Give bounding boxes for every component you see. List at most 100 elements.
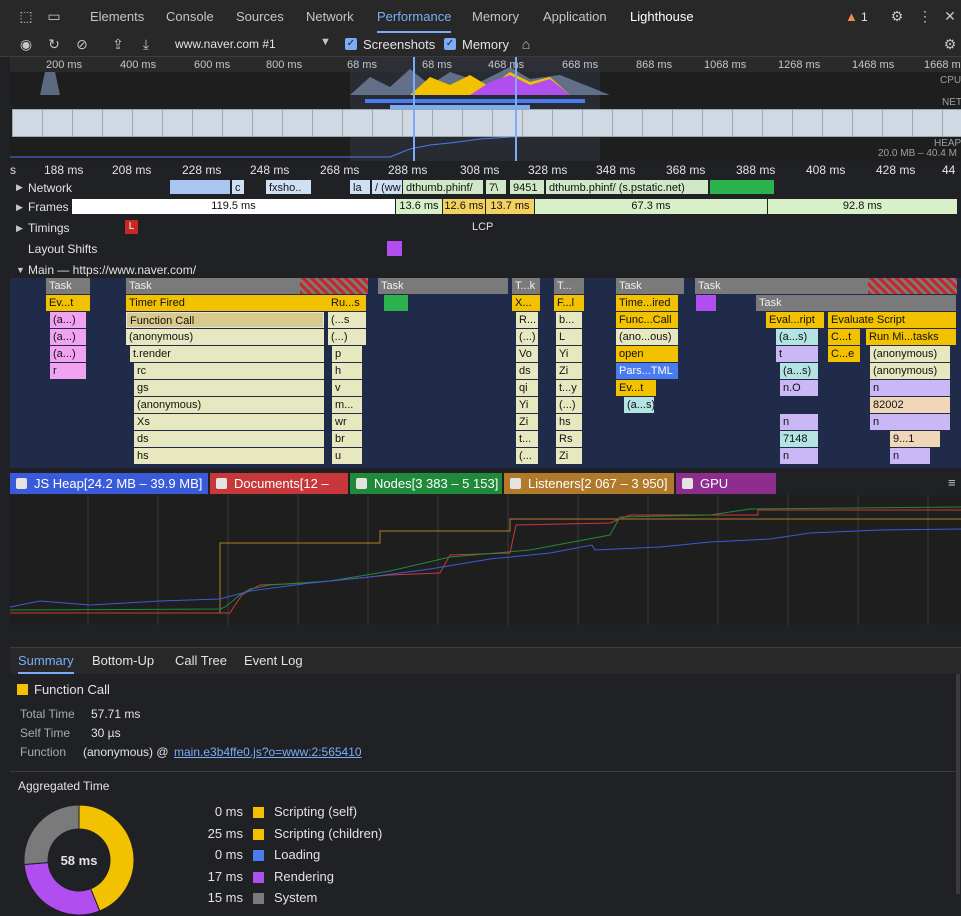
flame-event[interactable]: open xyxy=(616,346,678,362)
frame-block[interactable]: 13.7 ms xyxy=(486,199,534,214)
tab-performance[interactable]: Performance xyxy=(377,0,452,33)
flame-task[interactable]: T... xyxy=(554,278,584,294)
tab-bottom-up[interactable]: Bottom-Up xyxy=(92,648,154,674)
flame-event[interactable]: n xyxy=(780,414,818,430)
flame-event[interactable]: Rs xyxy=(556,431,582,447)
flame-event[interactable]: (anonymous) xyxy=(126,329,324,345)
network-track-title[interactable]: Network xyxy=(28,181,72,195)
network-request[interactable]: 7\ xyxy=(486,180,506,194)
flame-event[interactable]: (ano...ous) xyxy=(616,329,678,345)
flame-event[interactable]: rc xyxy=(134,363,324,379)
flame-event[interactable]: (...) xyxy=(556,397,582,413)
screenshot-thumbnail[interactable] xyxy=(462,109,494,137)
flame-event[interactable]: u xyxy=(332,448,362,464)
flame-event[interactable]: (...) xyxy=(516,329,538,345)
tab-network[interactable]: Network xyxy=(306,0,354,33)
flame-event[interactable]: F...l xyxy=(554,295,584,311)
flame-event[interactable]: gs xyxy=(134,380,324,396)
frame-block[interactable]: 12.6 ms xyxy=(443,199,485,214)
flame-event[interactable]: Evaluate Script xyxy=(828,312,956,328)
flame-event[interactable]: 9...1 xyxy=(890,431,940,447)
screenshot-thumbnail[interactable] xyxy=(582,109,614,137)
garbage-collect-icon[interactable]: ⌂ xyxy=(518,36,534,52)
capture-settings-icon[interactable]: ⚙ xyxy=(942,36,958,52)
flame-event[interactable]: (anonymous) xyxy=(870,363,950,379)
network-request[interactable]: fxsho.. xyxy=(266,180,311,194)
screenshot-thumbnail[interactable] xyxy=(12,109,44,137)
screenshot-thumbnail[interactable] xyxy=(702,109,734,137)
flame-event[interactable]: hs xyxy=(556,414,582,430)
flame-event[interactable]: L xyxy=(556,329,582,345)
flame-event[interactable]: Eval...ript xyxy=(766,312,824,328)
expand-arrow-icon[interactable]: ▶ xyxy=(16,223,23,234)
clear-icon[interactable]: ⊘ xyxy=(74,36,90,52)
memory-counter-chart[interactable] xyxy=(9,495,961,625)
flame-task[interactable]: Task xyxy=(616,278,684,294)
tab-call-tree[interactable]: Call Tree xyxy=(175,648,227,674)
flame-event[interactable]: n.O xyxy=(780,380,818,396)
memory-checkbox[interactable]: ✓ xyxy=(444,38,456,50)
function-source-link[interactable]: main.e3b4ffe0.js?o=www:2:565410 xyxy=(174,745,362,759)
screenshot-thumbnail[interactable] xyxy=(192,109,224,137)
timings-track-title[interactable]: Timings xyxy=(28,221,70,235)
flame-event[interactable]: (anonymous) xyxy=(134,397,324,413)
tab-console[interactable]: Console xyxy=(166,0,214,33)
counter-nodes[interactable]: Nodes[3 383 – 5 153] xyxy=(350,473,502,494)
tab-event-log[interactable]: Event Log xyxy=(244,648,303,674)
flame-event[interactable]: Ru...s xyxy=(328,295,366,311)
scrollbar[interactable] xyxy=(956,674,960,894)
screenshot-thumbnail[interactable] xyxy=(72,109,104,137)
flame-event-selected[interactable]: Function Call xyxy=(126,312,324,328)
flame-event[interactable]: Zi xyxy=(516,414,538,430)
flame-event[interactable]: ds xyxy=(516,363,538,379)
flame-event[interactable]: br xyxy=(332,431,362,447)
checkbox-icon[interactable] xyxy=(16,478,27,489)
flame-event[interactable]: Func...Call xyxy=(616,312,678,328)
screenshots-checkbox[interactable]: ✓ xyxy=(345,38,357,50)
flame-event[interactable]: R... xyxy=(516,312,538,328)
expand-arrow-icon[interactable]: ▶ xyxy=(16,182,23,193)
flame-event[interactable]: 82002 xyxy=(870,397,950,413)
flame-event[interactable]: t xyxy=(776,346,818,362)
flame-event[interactable]: (a...s) xyxy=(780,363,818,379)
flame-event[interactable]: (a...) xyxy=(50,312,86,328)
chevron-down-icon[interactable]: ▼ xyxy=(320,36,331,48)
flame-task[interactable]: Task xyxy=(378,278,508,294)
counter-js-heap[interactable]: JS Heap[24.2 MB – 39.9 MB] xyxy=(10,473,208,494)
timeline-overview[interactable]: 200 ms 400 ms 600 ms 800 ms 68 ms 68 ms … xyxy=(10,57,961,161)
flame-event[interactable]: (...) xyxy=(328,329,366,345)
network-request[interactable]: 9451 xyxy=(510,180,544,194)
frame-block[interactable]: 13.6 ms xyxy=(396,199,442,214)
screenshot-thumbnail[interactable] xyxy=(222,109,254,137)
screenshot-thumbnail[interactable] xyxy=(882,109,914,137)
reload-record-icon[interactable]: ↻ xyxy=(46,36,62,52)
screenshot-thumbnail[interactable] xyxy=(252,109,284,137)
flame-event[interactable]: Vo xyxy=(516,346,538,362)
flame-event[interactable]: (...s xyxy=(328,312,366,328)
collapse-arrow-icon[interactable]: ▼ xyxy=(16,265,25,275)
flame-event[interactable]: r xyxy=(50,363,86,379)
flame-event[interactable]: Time...ired xyxy=(616,295,678,311)
screenshot-thumbnail[interactable] xyxy=(552,109,584,137)
flame-event[interactable]: Run Mi...tasks xyxy=(866,329,956,345)
timing-mark-load[interactable]: L xyxy=(125,220,138,234)
tab-memory[interactable]: Memory xyxy=(472,0,519,33)
flame-event[interactable]: (... xyxy=(516,448,538,464)
warning-icon[interactable]: ▲ xyxy=(845,9,858,24)
screenshot-thumbnail[interactable] xyxy=(372,109,404,137)
flame-event[interactable]: (a...) xyxy=(50,329,86,345)
device-toolbar-icon[interactable]: ▭ xyxy=(46,8,62,24)
screenshot-thumbnail[interactable] xyxy=(42,109,74,137)
flame-event[interactable]: t...y xyxy=(556,380,582,396)
flame-event[interactable]: Ev...t xyxy=(616,380,656,396)
flame-event[interactable]: (a...) xyxy=(50,346,86,362)
screenshot-thumbnail[interactable] xyxy=(132,109,164,137)
flame-event[interactable]: C...t xyxy=(828,329,860,345)
screenshot-thumbnail[interactable] xyxy=(762,109,794,137)
frames-track-title[interactable]: Frames xyxy=(28,200,69,214)
inspect-element-icon[interactable]: ⬚ xyxy=(18,8,34,24)
flame-event[interactable]: Pars...TML xyxy=(616,363,678,379)
main-flame-chart[interactable]: Task Task Task T...k T... Task Task Ev..… xyxy=(10,278,961,468)
tab-sources[interactable]: Sources xyxy=(236,0,284,33)
selection-right-handle[interactable] xyxy=(515,57,517,161)
